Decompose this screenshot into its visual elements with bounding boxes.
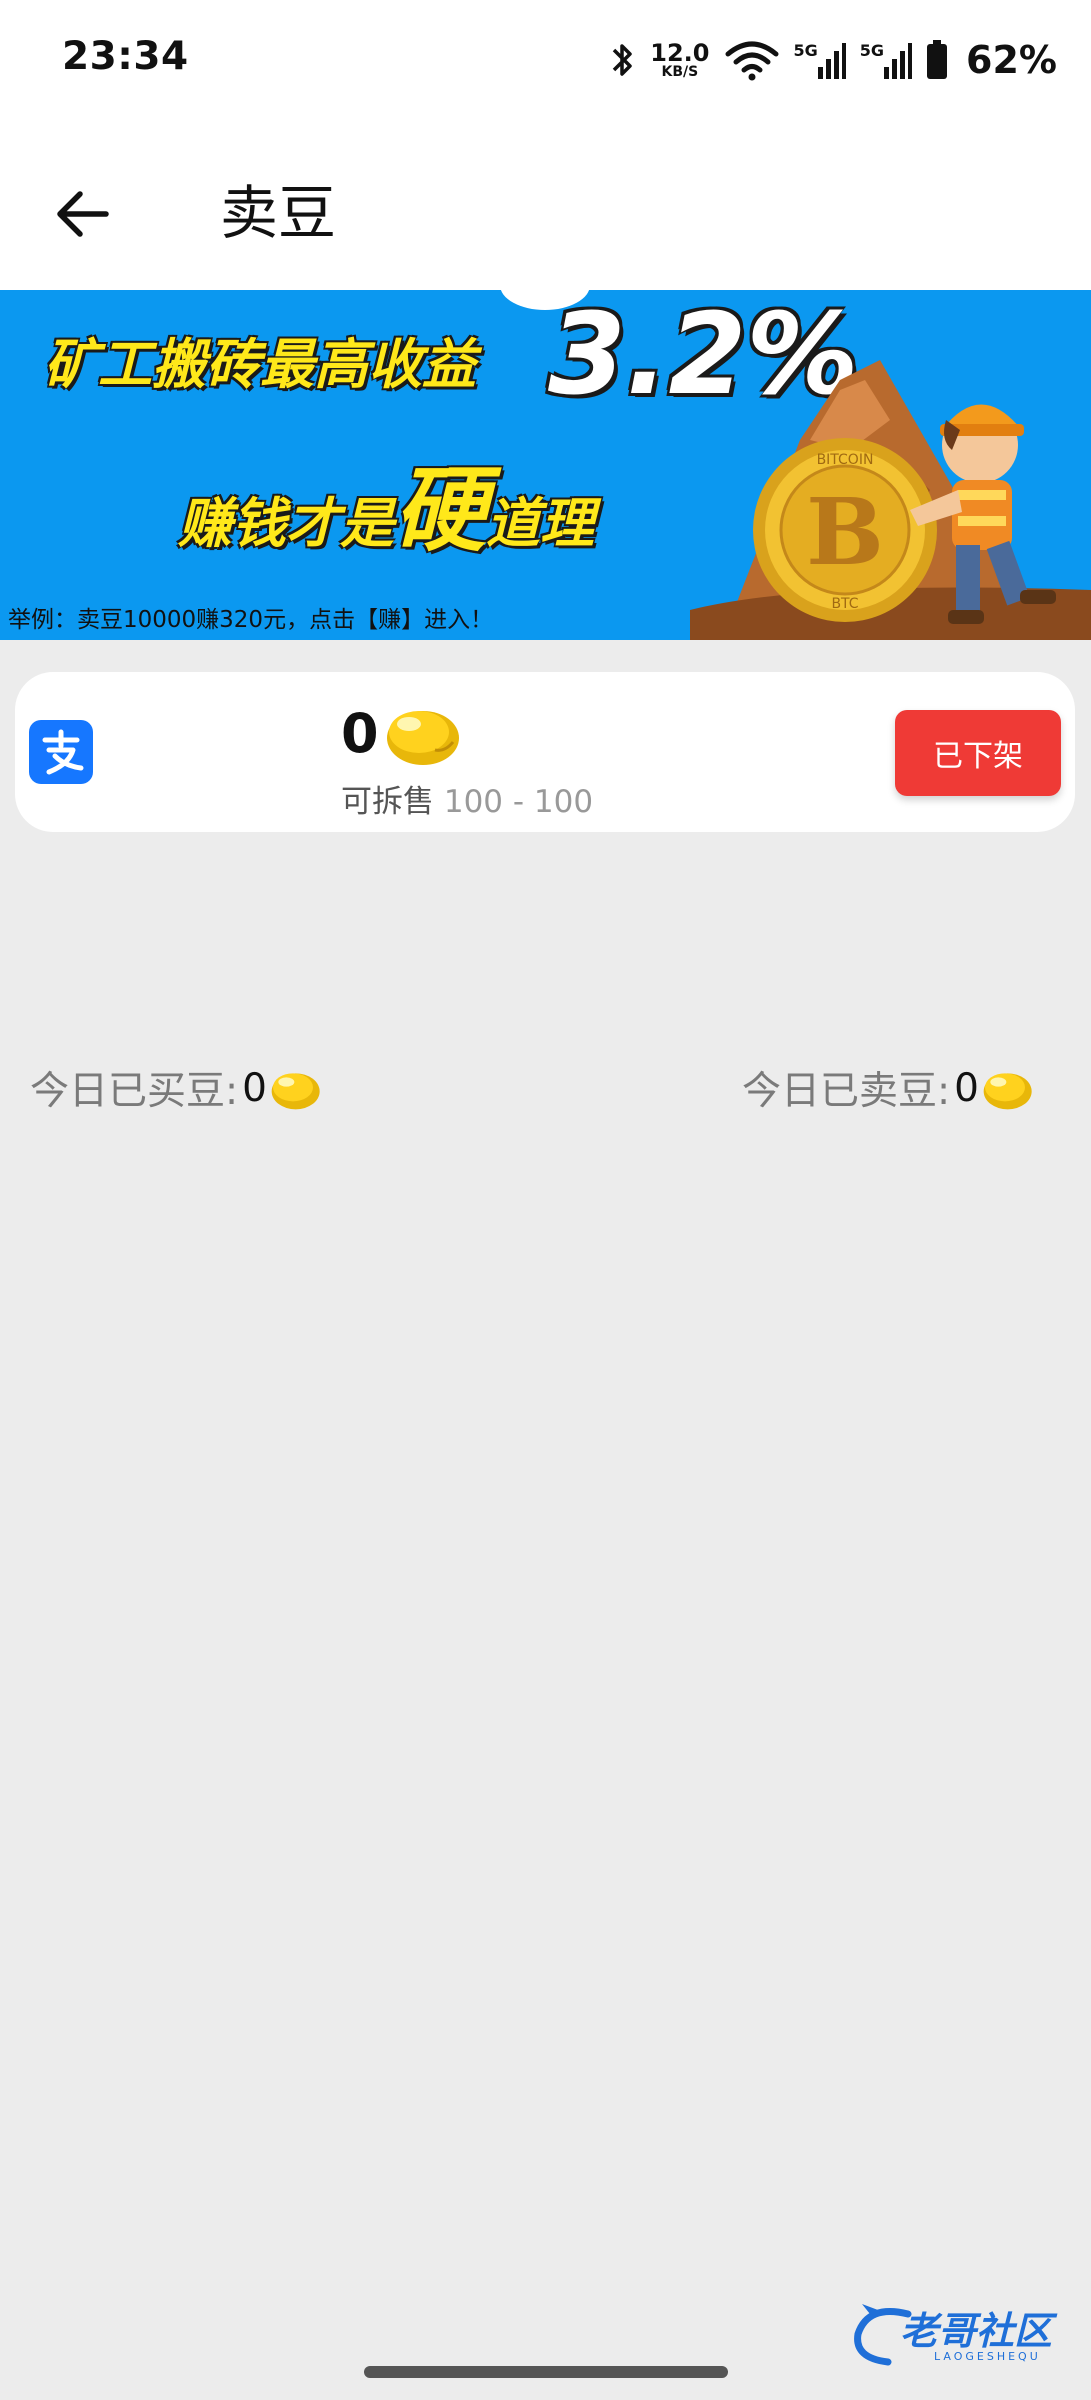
home-indicator[interactable]	[364, 2366, 728, 2378]
network-speed: 12.0 KB/S	[650, 41, 709, 79]
banner-slogan-end: 道理	[486, 492, 595, 555]
status-bar: 23:34 12.0 KB/S 5G 5G 62%	[0, 0, 1091, 120]
coin-label-top: BITCOIN	[817, 452, 874, 468]
page-title: 卖豆	[220, 179, 337, 247]
today-bought: 今日已买豆: 0	[30, 1060, 321, 1116]
signal-bars-icon	[884, 43, 913, 79]
sellable-label: 可拆售	[341, 784, 434, 820]
banner-headline: 矿工搬砖最高收益	[44, 333, 476, 396]
today-sold-label: 今日已卖豆:	[742, 1069, 951, 1114]
today-bought-value: 0	[242, 1065, 267, 1111]
signal-1-label: 5G	[793, 41, 818, 60]
arrow-left-icon	[57, 191, 109, 237]
bean-icon	[983, 1073, 1032, 1110]
battery-icon	[927, 40, 948, 79]
wifi-icon	[725, 41, 778, 81]
today-bought-label: 今日已买豆:	[30, 1069, 239, 1114]
back-button[interactable]	[42, 174, 122, 254]
alipay-icon	[29, 720, 93, 784]
signal-1: 5G	[794, 41, 846, 79]
svg-text:B: B	[806, 478, 884, 586]
bean-amount: 0	[341, 702, 379, 765]
banner-slogan-start: 赚钱才是	[178, 492, 394, 555]
app-bar: 卖豆	[0, 120, 1091, 290]
sellable-range: 100 - 100	[443, 784, 594, 820]
bean-icon	[271, 1073, 320, 1110]
today-sold-value: 0	[954, 1065, 979, 1111]
signal-2: 5G	[859, 41, 913, 79]
bluetooth-icon	[613, 44, 633, 76]
banner-slogan-emphasis: 硬	[394, 457, 487, 564]
watermark-text: 老哥社区	[900, 2309, 1053, 2353]
promo-banner[interactable]: 矿工搬砖最高收益 3.2% 赚钱才是硬道理 B BITCOIN BTC 举例：卖…	[0, 290, 1091, 640]
watermark-subtext: LAOGESHEQU	[934, 2350, 1041, 2363]
miner-bitcoin-illustration: B BITCOIN BTC	[690, 360, 1091, 640]
signal-2-label: 5G	[859, 41, 885, 60]
network-speed-unit: KB/S	[661, 64, 699, 80]
today-sold: 今日已卖豆: 0	[742, 1060, 1033, 1116]
delisted-button[interactable]: 已下架	[895, 710, 1061, 796]
banner-slogan: 赚钱才是硬道理	[178, 436, 594, 569]
signal-bars-icon	[817, 43, 846, 79]
sellable-info: 可拆售 100 - 100	[341, 776, 593, 821]
bean-icon	[387, 711, 459, 765]
status-icons: 12.0 KB/S 5G 5G 62%	[610, 32, 1057, 88]
banner-note: 举例：卖豆10000赚320元，点击【赚】进入！	[8, 607, 494, 633]
battery-percentage: 62%	[966, 38, 1057, 82]
sell-card: 0 可拆售 100 - 100 已下架	[15, 672, 1075, 832]
coin-label-bottom: BTC	[831, 596, 858, 612]
status-time: 23:34	[62, 34, 189, 79]
watermark-logo: 老哥社区 LAOGESHEQU	[848, 2300, 1078, 2370]
network-speed-value: 12.0	[650, 39, 710, 67]
